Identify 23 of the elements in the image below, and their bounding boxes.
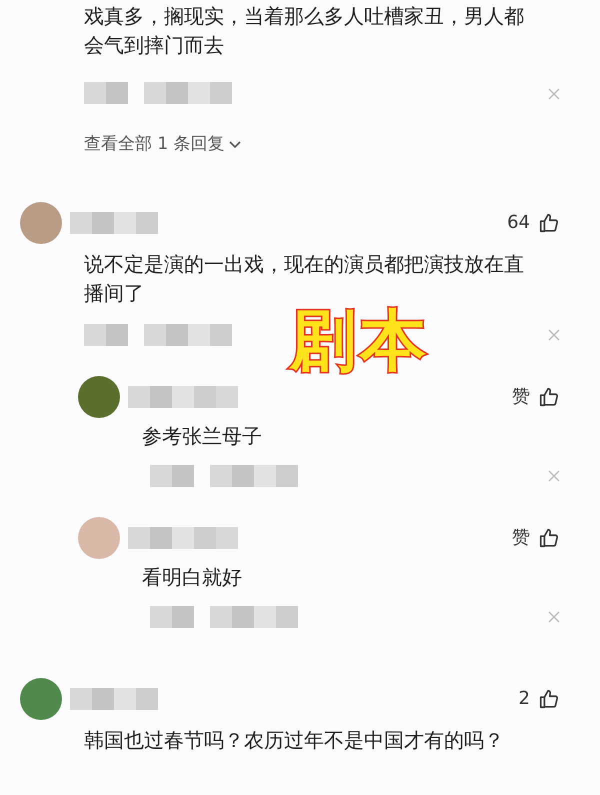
view-replies-link[interactable]: 查看全部 1 条回复 [84, 132, 241, 158]
like-count: 赞 [512, 385, 530, 409]
caption-overlay: 剧本 [290, 308, 430, 374]
blurred-date-drawing [84, 324, 128, 346]
avatar[interactable] [78, 376, 120, 418]
like-count: 2 [518, 687, 530, 711]
comment-text: 说不定是演的一出戏，现在的演员都把演技放在直播间了 [83, 250, 525, 306]
thumbs-up-icon[interactable] [538, 688, 560, 710]
thumbs-up-icon[interactable] [538, 386, 560, 408]
blurred-date-drawing [150, 606, 194, 628]
comment-text: 韩国也过春节吗？农历过年不是中国才有的吗？ [83, 726, 505, 754]
blurred-date-drawing [84, 82, 128, 104]
thumbs-up-icon[interactable] [538, 526, 560, 548]
comment-text: 戏真多，搁现实，当着那么多人吐槽家丑，男人都会气到摔门而去 [83, 3, 525, 59]
blurred-date-drawing [150, 464, 194, 486]
reply-text: 参考张兰母子 [141, 422, 263, 450]
avatar[interactable] [20, 202, 62, 244]
thumbs-up-icon[interactable] [538, 212, 560, 234]
like-count: 64 [507, 211, 530, 235]
chevron-down-icon[interactable] [228, 140, 241, 149]
avatar[interactable] [20, 678, 62, 720]
reply-text: 看明白就好 [141, 564, 243, 590]
like-count: 赞 [512, 526, 530, 550]
